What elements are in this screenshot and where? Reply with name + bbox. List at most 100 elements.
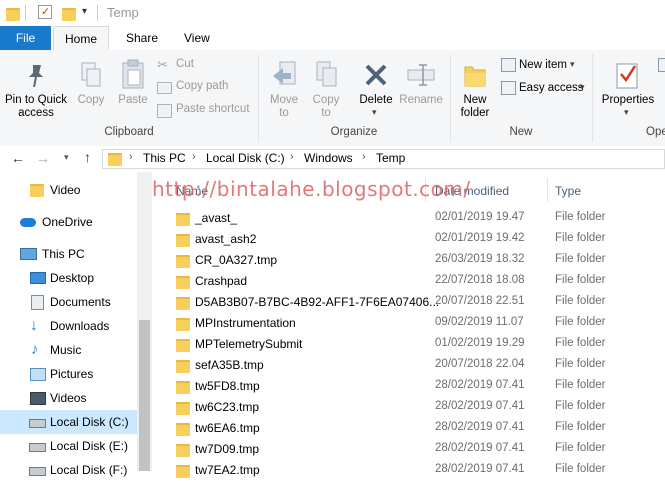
delete-button[interactable]: Delete	[354, 94, 398, 107]
folder-icon	[108, 153, 122, 166]
file-date: 09/02/2019 11.07	[435, 316, 524, 328]
file-type: File folder	[555, 463, 606, 475]
file-name: sefA35B.tmp	[195, 358, 264, 372]
chevron-right-icon: ›	[290, 151, 294, 163]
file-date: 20/07/2018 22.51	[435, 295, 525, 307]
file-date: 28/02/2019 07.41	[435, 463, 525, 475]
file-date: 28/02/2019 07.41	[435, 421, 525, 433]
nav-item-video[interactable]: Video	[0, 178, 137, 202]
file-type: File folder	[555, 379, 606, 391]
recent-locations-icon[interactable]: ▾	[64, 152, 69, 163]
back-icon[interactable]: ←	[11, 150, 25, 166]
nav-item-music[interactable]: ♪ Music	[0, 338, 137, 362]
breadcrumb-temp[interactable]: Temp	[376, 151, 405, 165]
file-name: tw6C23.tmp	[195, 400, 260, 414]
copy-path-icon	[157, 82, 172, 94]
nav-item-label: Videos	[50, 391, 87, 405]
open-icon	[658, 58, 665, 72]
ribbon: Pin to Quick access Copy Paste ✂ Cut Cop…	[0, 50, 665, 147]
navigation-pane: Video OneDrive This PC Desktop Documents…	[0, 172, 152, 477]
rename-button[interactable]: Rename	[398, 94, 444, 107]
rename-icon	[404, 58, 438, 92]
paste-button[interactable]: Paste	[114, 94, 152, 107]
divider	[97, 5, 98, 21]
file-date: 02/01/2019 19.42	[435, 232, 525, 244]
chevron-down-icon: ▾	[624, 107, 629, 117]
tab-view[interactable]: View	[184, 26, 210, 51]
folder-icon	[176, 402, 190, 415]
breadcrumb-windows[interactable]: Windows	[304, 151, 353, 165]
folder-icon	[176, 423, 190, 436]
up-icon[interactable]: ↑	[84, 149, 91, 165]
breadcrumb-local-disk-c[interactable]: Local Disk (C:)	[206, 151, 285, 165]
nav-item-this-pc[interactable]: This PC	[0, 242, 137, 266]
nav-item-videos[interactable]: Videos	[0, 386, 137, 410]
desktop-icon	[30, 272, 46, 284]
nav-item-downloads[interactable]: ↓ Downloads	[0, 314, 137, 338]
properties-quick-icon[interactable]: ✓	[38, 5, 52, 19]
paste-shortcut-icon	[157, 104, 172, 118]
nav-item-onedrive[interactable]: OneDrive	[0, 210, 137, 234]
clipboard-group-label: Clipboard	[104, 126, 154, 138]
file-date: 01/02/2019 19.29	[435, 337, 525, 349]
disk-icon	[29, 443, 46, 452]
file-type: File folder	[555, 442, 606, 454]
nav-item-local-disk-c[interactable]: Local Disk (C:)	[0, 410, 137, 434]
nav-item-documents[interactable]: Documents	[0, 290, 137, 314]
nav-scrollbar-thumb[interactable]	[139, 320, 150, 471]
paste-shortcut-button[interactable]: Paste shortcut	[176, 103, 250, 115]
copy-button[interactable]: Copy	[72, 94, 110, 107]
file-date: 20/07/2018 22.04	[435, 358, 525, 370]
pin-to-quick-access-button[interactable]: Pin to Quick access	[0, 94, 72, 120]
file-name: D5AB3B07-B7BC-4B92-AFF1-7F6EA07406...	[195, 295, 440, 309]
watermark-text: http://bintalahe.blogspot.com/	[152, 177, 471, 201]
copy-to-button[interactable]: Copy to	[306, 94, 346, 120]
properties-button[interactable]: Properties	[598, 94, 658, 107]
column-divider[interactable]	[547, 178, 548, 202]
nav-item-label: Pictures	[50, 367, 94, 381]
tab-share[interactable]: Share	[126, 26, 158, 51]
downloads-icon: ↓	[30, 317, 38, 334]
move-to-button[interactable]: Move to	[264, 94, 304, 120]
file-date: 28/02/2019 07.41	[435, 379, 525, 391]
file-date: 26/03/2019 18.32	[435, 253, 525, 265]
tab-home[interactable]: Home	[53, 26, 109, 51]
chevron-down-icon: ▾	[372, 107, 377, 117]
file-type: File folder	[555, 421, 606, 433]
column-header-type[interactable]: Type	[555, 184, 581, 198]
divider	[25, 5, 26, 21]
new-item-button[interactable]: New item	[519, 59, 567, 71]
videos-icon	[30, 392, 46, 405]
nav-item-local-disk-f[interactable]: Local Disk (F:)	[0, 458, 137, 482]
easy-access-button[interactable]: Easy access	[519, 82, 584, 94]
nav-item-label: Video	[50, 183, 81, 197]
music-icon: ♪	[31, 341, 39, 358]
chevron-right-icon: ›	[362, 151, 366, 163]
nav-item-label: Local Disk (E:)	[50, 439, 129, 453]
tab-file[interactable]: File	[0, 26, 51, 51]
nav-item-local-disk-e[interactable]: Local Disk (E:)	[0, 434, 137, 458]
folder-icon	[176, 381, 190, 394]
file-date: 28/02/2019 07.41	[435, 400, 525, 412]
nav-item-desktop[interactable]: Desktop	[0, 266, 137, 290]
cut-button[interactable]: Cut	[176, 58, 194, 70]
folder-icon	[176, 465, 190, 478]
copy-path-button[interactable]: Copy path	[176, 80, 228, 92]
folder-icon	[176, 318, 190, 331]
folder-icon	[176, 360, 190, 373]
new-folder-button[interactable]: New folder	[452, 94, 498, 120]
forward-icon[interactable]: →	[36, 150, 50, 166]
new-folder-quick-icon[interactable]	[62, 8, 76, 21]
file-type: File folder	[555, 274, 606, 286]
folder-icon	[176, 234, 190, 247]
file-type: File folder	[555, 316, 606, 328]
nav-item-label: Downloads	[50, 319, 110, 333]
copy-to-icon	[312, 58, 342, 92]
chevron-down-icon: ▾	[570, 59, 575, 69]
disk-icon	[29, 467, 46, 476]
disk-icon	[29, 419, 46, 428]
new-item-icon	[501, 58, 516, 72]
breadcrumb-this-pc[interactable]: This PC	[143, 151, 186, 165]
customize-toolbar-icon[interactable]: ▾	[82, 6, 87, 17]
nav-item-pictures[interactable]: Pictures	[0, 362, 137, 386]
